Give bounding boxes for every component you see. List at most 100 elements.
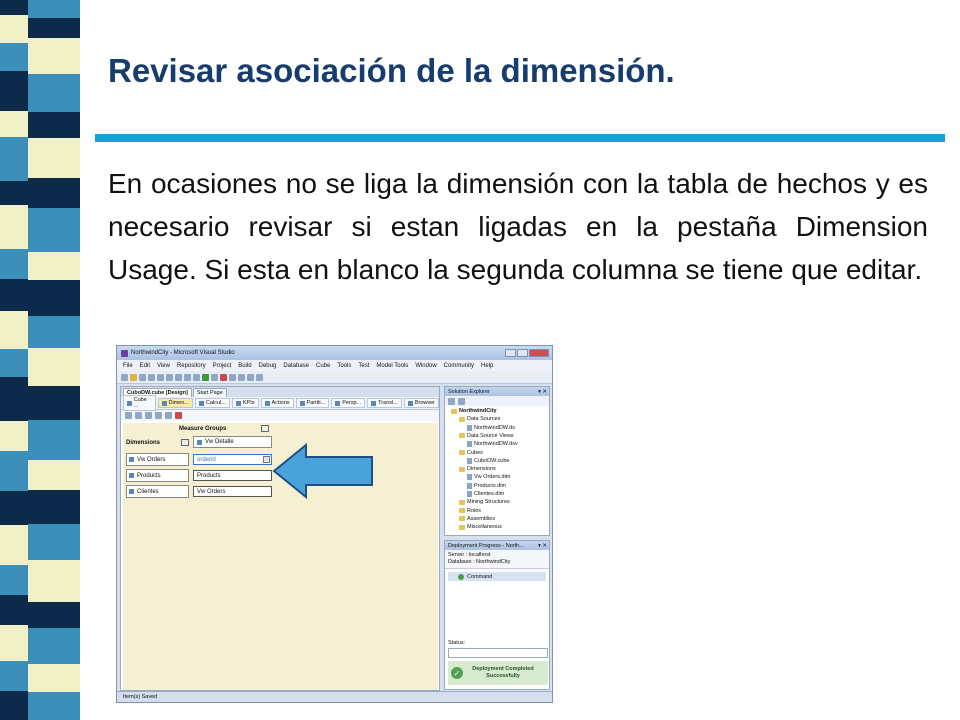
tab-designer-5[interactable]: Actions — [260, 398, 294, 408]
tree-node[interactable]: CuboDW.cube — [467, 457, 509, 464]
new-project-icon[interactable] — [121, 373, 128, 381]
dimension-row[interactable]: Clientes — [126, 485, 189, 498]
save-icon[interactable] — [139, 373, 146, 381]
cut-icon[interactable] — [157, 373, 164, 381]
tab-designer-7[interactable]: Persp... — [331, 398, 366, 408]
stripe-block — [0, 691, 28, 720]
tree-node[interactable]: Mining Structures — [459, 499, 510, 505]
tab-start-page[interactable]: Start Page — [192, 388, 227, 397]
tree-node[interactable]: Cubes — [459, 450, 483, 456]
relationship-cell[interactable]: Products — [193, 470, 272, 481]
dimension-row[interactable]: Products — [126, 469, 189, 482]
stripe-block — [28, 208, 80, 252]
toolbox-icon[interactable] — [256, 373, 263, 381]
tree-node[interactable]: NorthwindDW.ds — [467, 424, 515, 431]
tab-designer-2[interactable]: Dimen... — [157, 398, 193, 408]
tree-node[interactable]: NorthwindCity — [451, 408, 497, 414]
dimensions-dropdown[interactable] — [181, 439, 189, 446]
status-label: Status: — [448, 640, 466, 646]
menu-item-build[interactable]: Build — [238, 363, 251, 369]
menu-item-window[interactable]: Window — [415, 363, 436, 369]
tree-node[interactable]: Vw Orders.dim — [467, 474, 510, 481]
menu-item-help[interactable]: Help — [481, 363, 493, 369]
stripe-block — [28, 560, 80, 602]
tree-node[interactable]: NorthwindDW.dsv — [467, 441, 518, 448]
start-icon[interactable] — [202, 373, 209, 381]
properties-icon[interactable] — [247, 373, 254, 381]
relationship-cell[interactable]: orderid — [193, 454, 272, 465]
menu-item-database[interactable]: Database — [283, 363, 309, 369]
menu-item-view[interactable]: View — [157, 363, 170, 369]
tab-designer-1[interactable]: Cube ... — [123, 395, 156, 411]
minimize-button[interactable] — [505, 349, 516, 357]
completed-line-1: Deployment Completed — [472, 666, 534, 672]
tree-node[interactable]: Miscellaneous — [459, 524, 502, 530]
maximize-button[interactable] — [517, 349, 528, 357]
tree-node[interactable]: Dimensions — [459, 466, 496, 472]
edit-relationship-button[interactable] — [263, 456, 270, 463]
folder-icon — [459, 508, 465, 514]
find-icon[interactable] — [238, 373, 245, 381]
menu-item-tools[interactable]: Tools — [337, 363, 351, 369]
designer-tabs: Cube ... Dimen... Calcul... KPIs Actions Part… — [121, 395, 439, 411]
dimension-row[interactable]: Vw Orders — [126, 453, 189, 466]
tab-designer-6[interactable]: Partiti... — [295, 398, 330, 408]
pin-icon[interactable]: ▾ ✕ — [538, 389, 547, 395]
deployment-command[interactable]: Command — [448, 572, 546, 581]
menu-item-project[interactable]: Project — [213, 363, 232, 369]
tree-node[interactable]: Products.dim — [467, 482, 506, 489]
menu-item-file[interactable]: File — [123, 363, 133, 369]
measure-groups-dropdown[interactable] — [261, 425, 269, 432]
menu-item-community[interactable]: Community — [444, 363, 474, 369]
deployment-progress-title: Deployment Progress - North... ▾ ✕ — [445, 541, 549, 550]
tree-node[interactable]: Assemblies — [459, 516, 495, 522]
tree-node[interactable]: Data Sources — [459, 416, 500, 422]
sort-descending-icon[interactable] — [165, 412, 172, 419]
stop-icon[interactable] — [220, 373, 227, 381]
add-cube-dimension-icon[interactable] — [125, 412, 132, 419]
sort-ascending-icon[interactable] — [155, 412, 162, 419]
run-icon — [458, 573, 464, 580]
tab-designer-8[interactable]: Transl... — [367, 398, 402, 408]
tab-icon — [407, 400, 413, 406]
relationship-cell[interactable]: Vw Orders — [193, 486, 272, 497]
menu-item-edit[interactable]: Edit — [140, 363, 150, 369]
tree-node[interactable]: Clientes.dim — [467, 491, 504, 497]
pin-icon[interactable]: ▾ ✕ — [538, 543, 547, 549]
tab-designer-9[interactable]: Browser — [403, 398, 439, 408]
copy-icon[interactable] — [166, 373, 173, 381]
measure-group-column[interactable]: Vw Detalle — [193, 436, 272, 448]
save-all-icon[interactable] — [148, 373, 155, 381]
tab-designer-4[interactable]: KPIs — [231, 398, 259, 408]
menu-item-test[interactable]: Test — [358, 363, 369, 369]
tree-node-label: NorthwindDW.dsv — [474, 441, 518, 448]
paste-icon[interactable] — [175, 373, 182, 381]
arrow-shape — [272, 443, 373, 499]
pause-icon[interactable] — [211, 373, 218, 381]
tab-designer-3[interactable]: Calcul... — [195, 398, 230, 408]
stripe-block — [0, 43, 28, 71]
define-relationship-icon[interactable] — [135, 412, 142, 419]
show-all-icon[interactable] — [145, 412, 152, 419]
menu-item-debug[interactable]: Debug — [259, 363, 277, 369]
tree-node-label: NorthwindCity — [459, 408, 497, 414]
properties-icon[interactable] — [448, 397, 455, 405]
redo-icon[interactable] — [193, 373, 200, 381]
close-button[interactable] — [529, 349, 549, 357]
stripe-block — [0, 181, 28, 205]
menu-item-cube[interactable]: Cube — [316, 363, 330, 369]
refresh-icon[interactable] — [458, 397, 465, 405]
tab-icon — [199, 400, 204, 406]
stripe-block — [0, 451, 28, 491]
tree-node[interactable]: Data Source Views — [459, 433, 514, 439]
step-icon[interactable] — [229, 373, 236, 381]
tree-node[interactable]: Roles — [459, 508, 481, 514]
stripe-block — [28, 692, 80, 720]
delete-icon[interactable] — [175, 412, 182, 419]
menu-item-model-tools[interactable]: Model Tools — [376, 363, 408, 369]
tab-icon — [299, 400, 305, 406]
undo-icon[interactable] — [184, 373, 191, 381]
file-icon — [467, 482, 472, 489]
open-folder-icon[interactable] — [130, 373, 137, 381]
menu-item-repository[interactable]: Repository — [177, 363, 206, 369]
